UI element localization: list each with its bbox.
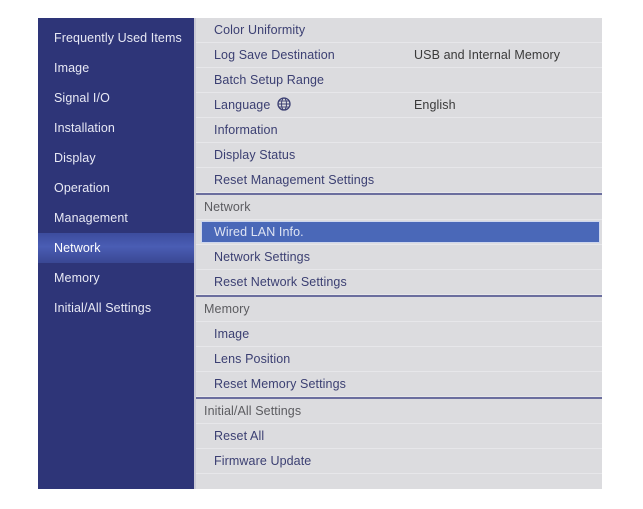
menu-row-label: Reset All	[214, 429, 265, 443]
projector-menu-screen: Frequently Used Items Image Signal I/O Inst…	[0, 0, 643, 509]
menu-row-label: Information	[214, 123, 278, 137]
section-header-memory: Memory	[196, 295, 602, 322]
section-header-initial-all-settings: Initial/All Settings	[196, 397, 602, 424]
menu-row-label: Color Uniformity	[214, 23, 306, 37]
menu-row-label: Wired LAN Info.	[214, 225, 304, 239]
settings-menu-panel: Frequently Used Items Image Signal I/O Inst…	[38, 18, 602, 489]
menu-row-language[interactable]: Language English	[196, 93, 602, 118]
menu-row-label: Image	[214, 327, 250, 341]
menu-row-lens-position[interactable]: Lens Position	[196, 347, 602, 372]
menu-row-reset-all[interactable]: Reset All	[196, 424, 602, 449]
menu-row-label: Batch Setup Range	[214, 73, 325, 87]
sidebar-item-memory[interactable]: Memory	[38, 263, 194, 293]
menu-row-batch-setup-range[interactable]: Batch Setup Range	[196, 68, 602, 93]
menu-row-label: Lens Position	[214, 352, 291, 366]
menu-row-label: Reset Management Settings	[214, 173, 375, 187]
menu-row-label: Network Settings	[214, 250, 311, 264]
menu-row-label: Log Save Destination	[214, 48, 335, 62]
menu-row-color-uniformity[interactable]: Color Uniformity	[196, 18, 602, 43]
globe-icon	[277, 96, 292, 114]
menu-row-reset-memory-settings[interactable]: Reset Memory Settings	[196, 372, 602, 397]
menu-row-value: English	[414, 98, 456, 112]
menu-row-network-settings[interactable]: Network Settings	[196, 245, 602, 270]
section-header-network: Network	[196, 193, 602, 220]
section-label: Network	[204, 200, 251, 214]
section-label: Initial/All Settings	[204, 404, 302, 418]
menu-row-reset-network-settings[interactable]: Reset Network Settings	[196, 270, 602, 295]
settings-list[interactable]: Color Uniformity Log Save Destination USB …	[194, 18, 602, 489]
category-sidebar[interactable]: Frequently Used Items Image Signal I/O Inst…	[38, 18, 194, 489]
sidebar-item-management[interactable]: Management	[38, 203, 194, 233]
menu-row-display-status[interactable]: Display Status	[196, 143, 602, 168]
menu-row-wired-lan-info[interactable]: Wired LAN Info.	[196, 220, 602, 245]
menu-row-image[interactable]: Image	[196, 322, 602, 347]
sidebar-item-initial-all-settings[interactable]: Initial/All Settings	[38, 293, 194, 323]
sidebar-item-operation[interactable]: Operation	[38, 173, 194, 203]
sidebar-item-network[interactable]: Network	[38, 233, 194, 263]
menu-row-log-save-destination[interactable]: Log Save Destination USB and Internal Mem…	[196, 43, 602, 68]
sidebar-item-image[interactable]: Image	[38, 53, 194, 83]
menu-row-label: Reset Memory Settings	[214, 377, 347, 391]
menu-row-reset-management-settings[interactable]: Reset Management Settings	[196, 168, 602, 193]
menu-row-information[interactable]: Information	[196, 118, 602, 143]
sidebar-item-installation[interactable]: Installation	[38, 113, 194, 143]
menu-row-label: Firmware Update	[214, 454, 312, 468]
sidebar-item-frequently-used-items[interactable]: Frequently Used Items	[38, 23, 194, 53]
sidebar-item-signal-i-o[interactable]: Signal I/O	[38, 83, 194, 113]
menu-row-firmware-update[interactable]: Firmware Update	[196, 449, 602, 474]
menu-row-label: Display Status	[214, 148, 296, 162]
menu-row-label: Reset Network Settings	[214, 275, 347, 289]
menu-row-label: Language	[196, 96, 292, 114]
menu-row-value: USB and Internal Memory	[414, 48, 561, 62]
section-label: Memory	[204, 302, 250, 316]
sidebar-item-display[interactable]: Display	[38, 143, 194, 173]
